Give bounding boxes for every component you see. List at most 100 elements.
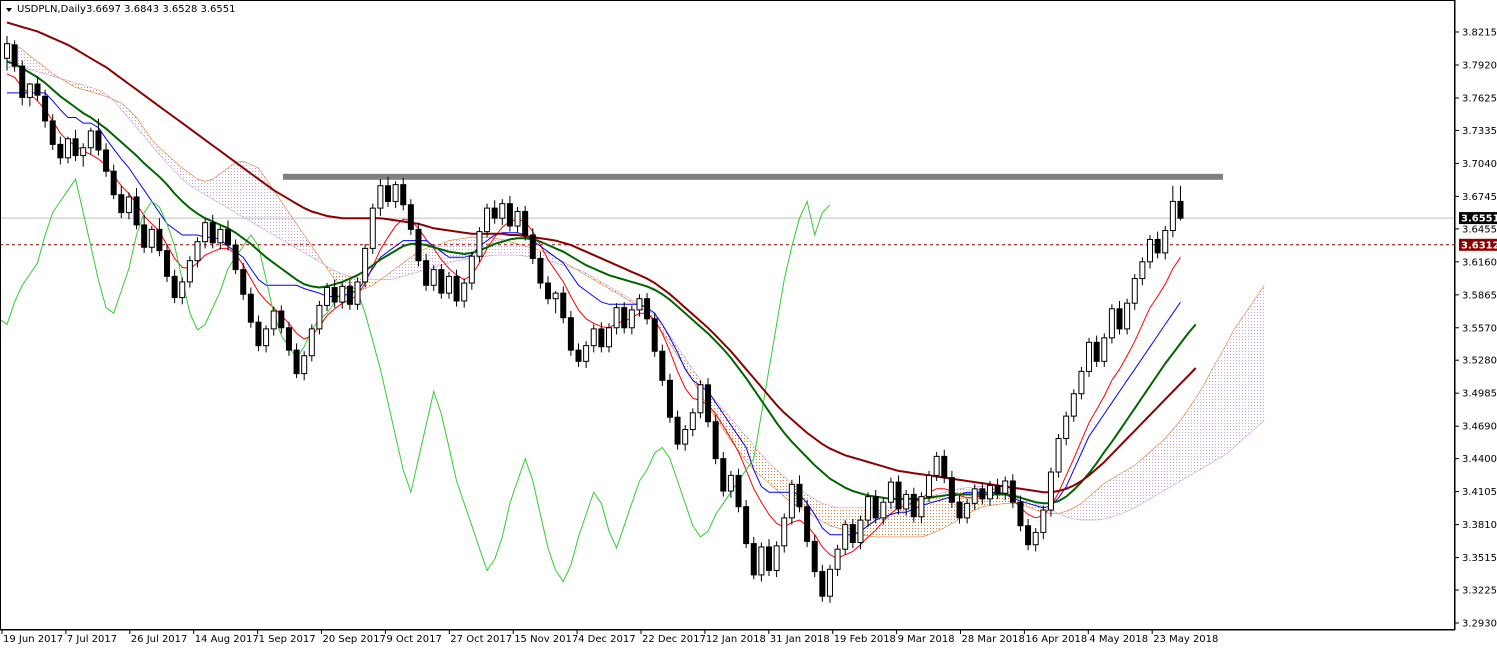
time-tick-label: 9 Mar 2018 [898,634,955,645]
candle-bull [217,228,224,244]
candle-bull [354,281,361,305]
candle-bull [971,488,978,504]
candle-bull [148,228,155,248]
candle-bear [118,194,125,214]
candle-bull [461,282,468,302]
candle-bull [339,285,346,303]
candle-bull [986,484,993,500]
candle-bear [994,484,1001,494]
cloud-segment [235,161,244,218]
candle-bull [1162,229,1169,254]
candle-bull [1032,531,1039,546]
time-tick-label: 19 Feb 2018 [834,634,896,645]
candle-bull [857,519,864,543]
candle-bull [1124,302,1131,330]
candle-bull [445,275,452,294]
candle-bear [537,257,544,284]
candle-bear [57,143,64,159]
time-tick-label: 28 Mar 2018 [962,634,1025,645]
candle-bear [133,196,140,226]
price-tick-label: 3.4400 [1462,454,1497,465]
time-tick-label: 12 Jan 2018 [706,634,766,645]
cloud-segment [1195,385,1204,473]
cloud-segment [1233,318,1242,448]
price-chart[interactable]: 3.8215 3.7920 3.7625 3.7335 3.7040 3.6745 3.64… [0,0,1497,650]
candle-bull [4,43,10,59]
price-tick-label: 3.7040 [1462,159,1497,170]
candle-bull [1055,437,1062,473]
candle-bull [263,328,270,347]
candle-bear [948,477,955,503]
candle-bull [788,483,795,519]
candle-bull [826,568,833,597]
candle-bear [49,120,56,145]
candle-bull [758,546,765,576]
cloud-segment [1127,465,1135,512]
candle-bear [141,224,148,248]
candle-bull [1131,278,1138,304]
candle-bull [781,517,788,547]
candle-bull [1108,308,1115,339]
candle-bull [773,545,780,571]
candle-bull [628,309,635,329]
candle-bull [87,130,94,149]
candle-bear [674,416,681,445]
candle-bear [506,203,513,227]
time-tick-label: 16 Apr 2018 [1025,634,1087,645]
candle-bull [1169,200,1176,231]
candle-bull [468,255,475,284]
candle-bull [179,281,186,299]
candle-bull [1047,471,1054,511]
time-tick-label: 1 Sep 2017 [259,634,316,645]
candle-bull [918,496,925,518]
candle-bull [682,429,689,445]
price-tick-label: 3.5570 [1462,323,1497,334]
time-tick-label: 19 Jun 2017 [3,634,63,645]
candle-bull [964,502,971,519]
candle-bear [895,481,902,510]
candle-bear [255,321,262,347]
candle-bear [232,244,239,271]
candle-bear [11,44,18,67]
candle-bull [80,147,87,157]
candle-bear [567,317,574,351]
candle-bear [819,571,826,597]
ohlc-readout: 3.6697 3.6843 3.6528 3.6551 [86,4,236,15]
cloud-segment [1256,285,1265,428]
candle-bull [476,231,483,257]
candle-bull [1101,337,1108,362]
price-tick-label: 3.4985 [1462,389,1497,400]
candle-bull [903,493,910,510]
candle-bull [1002,480,1009,494]
cloud-segment [494,238,503,256]
candle-bear [941,455,948,479]
candle-bull [834,548,841,570]
candle-bear [1017,501,1024,527]
candle-bear [872,496,879,519]
candle-bull [887,481,894,503]
time-tick-label: 22 Dec 2017 [642,634,706,645]
candle-bull [1070,393,1077,417]
candle-bear [735,474,742,508]
time-tick-label: 4 Dec 2017 [578,634,636,645]
candle-bear [666,379,673,418]
price-tick-label: 3.8215 [1462,28,1497,39]
candle-bear [796,483,803,508]
candle-bull [392,184,399,202]
candle-bear [545,282,552,300]
candle-bull [1086,341,1093,372]
candle-bear [1154,238,1161,254]
time-tick-label: 15 Nov 2017 [514,634,578,645]
candle-bull [842,524,849,550]
candle-bear [720,458,727,492]
candle-bear [453,275,460,302]
cloud-segment [1134,458,1143,508]
candle-bear [575,349,582,362]
candle-bull [324,287,331,306]
time-tick-label: 4 May 2018 [1089,634,1148,645]
candle-bear [346,285,353,305]
cloud-segment [1165,429,1173,490]
candle-bear [385,185,391,202]
candle-bear [247,293,254,323]
candle-bull [1147,238,1153,263]
